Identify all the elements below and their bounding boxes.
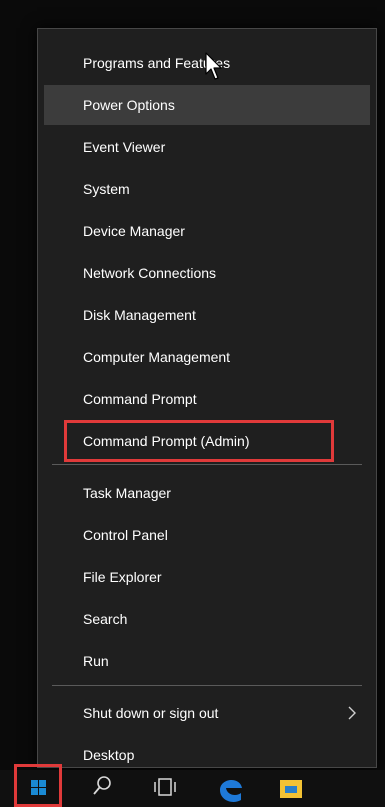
quick-link-menu: Programs and Features Power Options Even… [37, 28, 377, 768]
menu-item-desktop[interactable]: Desktop [44, 735, 370, 775]
menu-item-label: Desktop [83, 747, 135, 763]
menu-item-shut-down-or-sign-out[interactable]: Shut down or sign out [44, 693, 370, 733]
start-button[interactable] [14, 764, 62, 807]
menu-item-label: Disk Management [83, 307, 196, 323]
menu-item-label: Search [83, 611, 128, 627]
menu-item-event-viewer[interactable]: Event Viewer [44, 127, 370, 167]
menu-item-search[interactable]: Search [44, 599, 370, 639]
taskbar [0, 764, 385, 807]
menu-item-label: Network Connections [83, 265, 217, 281]
menu-item-label: File Explorer [83, 569, 162, 585]
menu-item-command-prompt-admin[interactable]: Command Prompt (Admin) [44, 421, 370, 461]
menu-item-label: Command Prompt (Admin) [83, 433, 250, 449]
menu-item-command-prompt[interactable]: Command Prompt [44, 379, 370, 419]
edge-taskbar-button[interactable] [206, 770, 254, 807]
menu-item-label: Task Manager [83, 485, 171, 501]
menu-item-label: Power Options [83, 97, 175, 113]
menu-divider [52, 464, 362, 465]
menu-item-label: Control Panel [83, 527, 168, 543]
taskbar-search-button[interactable] [78, 770, 126, 807]
menu-item-label: Shut down or sign out [83, 705, 219, 721]
menu-item-system[interactable]: System [44, 169, 370, 209]
menu-item-label: Device Manager [83, 223, 185, 239]
menu-item-label: Command Prompt [83, 391, 197, 407]
menu-item-run[interactable]: Run [44, 641, 370, 681]
task-view-button[interactable] [140, 770, 188, 807]
file-explorer-taskbar-button[interactable] [266, 770, 314, 807]
desktop: Programs and Features Power Options Even… [0, 0, 385, 807]
menu-item-file-explorer[interactable]: File Explorer [44, 557, 370, 597]
mouse-cursor-icon [205, 52, 225, 82]
menu-item-label: System [83, 181, 130, 197]
menu-item-control-panel[interactable]: Control Panel [44, 515, 370, 555]
menu-item-label: Event Viewer [83, 139, 166, 155]
menu-item-disk-management[interactable]: Disk Management [44, 295, 370, 335]
menu-item-label: Run [83, 653, 109, 669]
menu-item-power-options[interactable]: Power Options [44, 85, 370, 125]
menu-item-network-connections[interactable]: Network Connections [44, 253, 370, 293]
menu-item-label: Computer Management [83, 349, 231, 365]
menu-divider [52, 685, 362, 686]
menu-item-device-manager[interactable]: Device Manager [44, 211, 370, 251]
menu-item-computer-management[interactable]: Computer Management [44, 337, 370, 377]
menu-item-task-manager[interactable]: Task Manager [44, 473, 370, 513]
chevron-right-icon [346, 693, 358, 733]
